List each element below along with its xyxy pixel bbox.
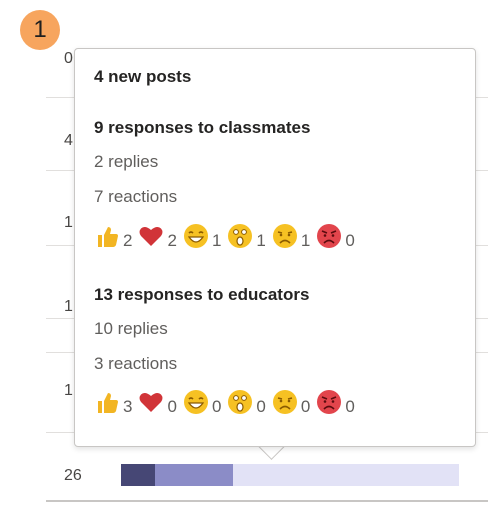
reaction-count: 0 bbox=[345, 397, 355, 416]
reaction-heart: 0 bbox=[138, 389, 177, 416]
sad-face-icon bbox=[272, 224, 297, 248]
angry-face-icon bbox=[317, 224, 342, 248]
reaction-count: 2 bbox=[167, 231, 177, 250]
reaction-heart: 2 bbox=[138, 223, 177, 250]
heart-icon bbox=[139, 393, 163, 412]
row-number: 1 bbox=[64, 382, 73, 399]
row-number: 1 bbox=[64, 214, 73, 231]
row-total: 26 bbox=[64, 467, 82, 484]
educators-replies: 10 replies bbox=[94, 319, 168, 338]
reaction-count: 0 bbox=[256, 397, 266, 416]
row-number: 0 bbox=[64, 50, 73, 67]
reaction-sad: 0 bbox=[272, 389, 310, 415]
sad-face-icon bbox=[272, 390, 297, 414]
progress-bar-dark-segment[interactable] bbox=[121, 464, 155, 486]
reaction-count: 0 bbox=[167, 397, 177, 416]
progress-bar-medium-segment[interactable] bbox=[155, 464, 233, 486]
card-title: 4 new posts bbox=[94, 67, 192, 86]
reaction-thumbs-up: 2 bbox=[94, 223, 132, 249]
reaction-surprised: 1 bbox=[227, 223, 266, 250]
reaction-angry: 0 bbox=[316, 223, 355, 250]
reaction-angry: 0 bbox=[316, 389, 355, 416]
reaction-count: 1 bbox=[256, 231, 266, 250]
reaction-count: 0 bbox=[345, 231, 355, 250]
thumbs-up-icon bbox=[98, 227, 118, 247]
reaction-count: 3 bbox=[123, 397, 133, 416]
reaction-laugh: 0 bbox=[183, 389, 221, 415]
progress-bar-light-segment[interactable] bbox=[233, 464, 459, 486]
reaction-count: 0 bbox=[211, 397, 222, 416]
reaction-count: 1 bbox=[300, 231, 311, 250]
reaction-laugh: 1 bbox=[183, 223, 221, 249]
reaction-count: 0 bbox=[300, 397, 311, 416]
classmates-reaction-list: 2 2 1 1 1 0 bbox=[94, 223, 361, 249]
row-number: 4 bbox=[64, 132, 73, 149]
new-posts-popup-card: 4 new posts 9 responses to classmates 2 … bbox=[74, 48, 476, 447]
reaction-surprised: 0 bbox=[227, 389, 266, 416]
educators-reaction-list: 3 0 0 0 0 0 bbox=[94, 389, 361, 415]
table-bottom-border bbox=[46, 500, 488, 502]
surprised-face-icon bbox=[228, 224, 253, 248]
laughing-face-icon bbox=[183, 224, 208, 248]
laughing-face-icon bbox=[183, 390, 208, 414]
row-number: 1 bbox=[64, 298, 73, 315]
classmates-heading: 9 responses to classmates bbox=[94, 118, 311, 137]
reaction-thumbs-up: 3 bbox=[94, 389, 132, 415]
reaction-sad: 1 bbox=[272, 223, 310, 249]
surprised-face-icon bbox=[228, 390, 253, 414]
classmates-replies: 2 replies bbox=[94, 152, 159, 171]
thumbs-up-icon bbox=[98, 393, 118, 413]
educators-heading: 13 responses to educators bbox=[94, 285, 310, 304]
classmates-reactions-summary: 7 reactions bbox=[94, 187, 178, 206]
heart-icon bbox=[139, 227, 163, 246]
reaction-count: 1 bbox=[211, 231, 222, 250]
reaction-count: 2 bbox=[123, 231, 133, 250]
educators-reactions-summary: 3 reactions bbox=[94, 354, 178, 373]
angry-face-icon bbox=[317, 390, 342, 414]
step-number-badge: 1 bbox=[20, 10, 60, 50]
